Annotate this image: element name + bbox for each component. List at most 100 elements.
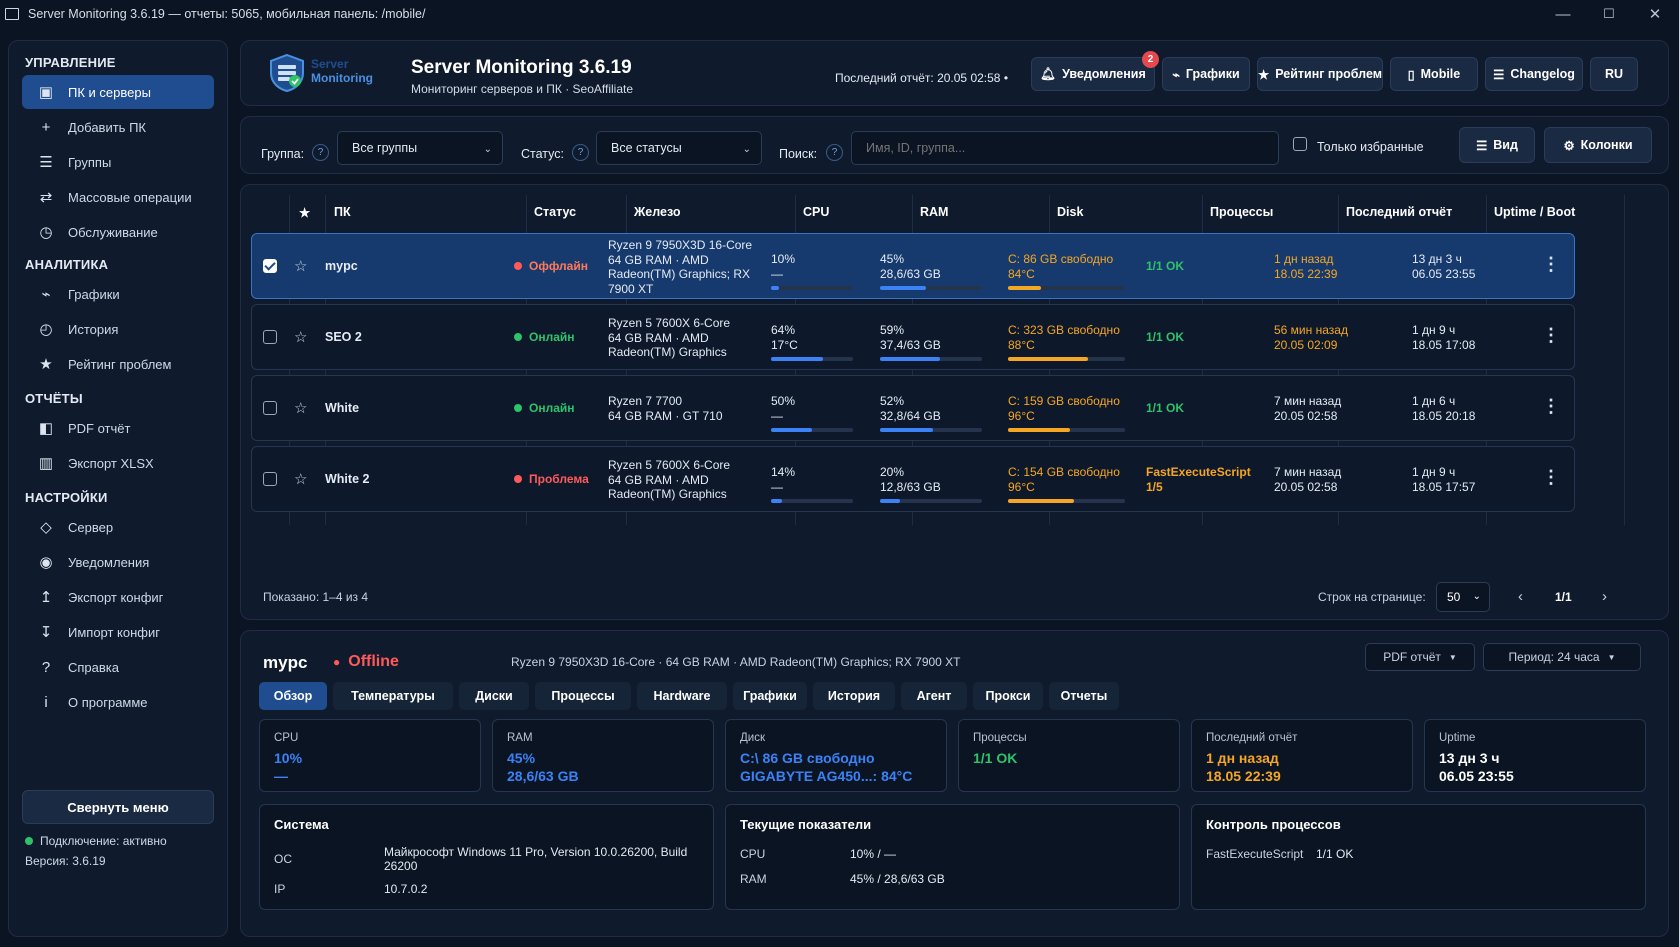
sidebar-item-export-config[interactable]: ↥ Экспорт конфиг bbox=[22, 580, 214, 614]
sidebar-item-pdf[interactable]: ◧ PDF отчёт bbox=[22, 411, 214, 445]
row-hardware: Ryzen 5 7600X 6-Core 64 GB RAM · AMD Radeo… bbox=[608, 458, 731, 501]
connection-status: Подключение: активно bbox=[25, 834, 167, 848]
table-row[interactable]: ☆ White Онлайн Ryzen 7 7700 64 GB RAM · GT 7… bbox=[251, 375, 1575, 441]
close-icon[interactable]: ✕ bbox=[1632, 0, 1678, 28]
status-select[interactable]: Все статусы ⌄ bbox=[596, 131, 762, 165]
row-checkbox[interactable] bbox=[263, 401, 277, 415]
row-checkbox[interactable] bbox=[263, 330, 277, 344]
row-last-report: 7 мин назад 20.05 02:58 bbox=[1274, 394, 1342, 423]
row-checkbox[interactable] bbox=[263, 472, 277, 486]
version-label: Версия: 3.6.19 bbox=[25, 854, 106, 868]
monitor-icon: ▣ bbox=[38, 84, 54, 101]
tab-agent[interactable]: Агент bbox=[901, 682, 967, 710]
charts-button[interactable]: ⌁ Графики bbox=[1162, 57, 1250, 91]
card-cpu: CPU 10% — bbox=[259, 719, 481, 792]
view-button[interactable]: ☰ Вид bbox=[1459, 127, 1535, 163]
row-pc-name[interactable]: SEO 2 bbox=[325, 330, 362, 345]
chevron-down-icon: ⌄ bbox=[1472, 591, 1481, 602]
columns-button[interactable]: ⚙︎ Колонки bbox=[1544, 127, 1652, 163]
col-disk[interactable]: Disk bbox=[1057, 205, 1083, 219]
detail-pc-name: mypc bbox=[263, 653, 308, 672]
rows-per-page-label: Строк на странице: bbox=[1318, 590, 1426, 604]
pdf-report-dropdown[interactable]: PDF отчёт ▼ bbox=[1365, 643, 1475, 671]
info-icon: i bbox=[44, 693, 48, 711]
sidebar-item-charts[interactable]: ⌁ Графики bbox=[22, 277, 214, 311]
col-hardware[interactable]: Железо bbox=[634, 205, 681, 219]
favorites-toggle[interactable]: Только избранные bbox=[1293, 137, 1424, 154]
sidebar-item-rating[interactable]: ★ Рейтинг проблем bbox=[22, 347, 214, 381]
language-button[interactable]: RU bbox=[1590, 57, 1638, 91]
row-pc-name[interactable]: White 2 bbox=[325, 472, 369, 487]
group-select[interactable]: Все группы ⌄ bbox=[337, 131, 503, 165]
tab-reports[interactable]: Отчеты bbox=[1049, 682, 1119, 710]
favorite-star-icon[interactable]: ☆ bbox=[294, 399, 307, 417]
tab-proxy[interactable]: Прокси bbox=[973, 682, 1043, 710]
row-pc-name[interactable]: mypc bbox=[325, 259, 358, 274]
sidebar-item-xlsx[interactable]: ▥ Экспорт XLSX bbox=[22, 446, 214, 480]
rows-per-page-select[interactable]: 50 ⌄ bbox=[1436, 582, 1490, 612]
tab-charts[interactable]: Графики bbox=[733, 682, 807, 710]
period-dropdown[interactable]: Период: 24 часа ▼ bbox=[1483, 643, 1641, 671]
sidebar-item-notifications[interactable]: ◉ Уведомления bbox=[22, 545, 214, 579]
page-subtitle: Мониторинг серверов и ПК · SeoAffiliate bbox=[411, 82, 634, 96]
sidebar-item-help[interactable]: ? Справка bbox=[22, 650, 214, 684]
help-icon[interactable]: ? bbox=[572, 144, 589, 161]
prev-page-button[interactable]: ‹ bbox=[1518, 588, 1523, 605]
upload-icon: ↥ bbox=[39, 589, 53, 606]
help-icon[interactable]: ? bbox=[312, 144, 329, 161]
tab-disks[interactable]: Диски bbox=[459, 682, 529, 710]
table-row[interactable]: ☆ SEO 2 Онлайн Ryzen 5 7600X 6-Core 64 GB RA… bbox=[251, 304, 1575, 370]
mobile-button[interactable]: ▯ Mobile bbox=[1390, 57, 1478, 91]
minimize-icon[interactable]: — bbox=[1540, 0, 1586, 28]
table-row[interactable]: ☆ mypc Оффлайн Ryzen 9 7950X3D 16-Core 64 GB… bbox=[251, 233, 1575, 299]
detail-hardware: Ryzen 9 7950X3D 16-Core · 64 GB RAM · AM… bbox=[511, 655, 961, 669]
sidebar-item-bulk[interactable]: ⇄ Массовые операции bbox=[22, 180, 214, 214]
col-favorite[interactable]: ★ bbox=[299, 205, 310, 220]
collapse-menu-button[interactable]: Свернуть меню bbox=[22, 790, 214, 824]
search-input[interactable] bbox=[851, 131, 1279, 165]
tab-processes[interactable]: Процессы bbox=[535, 682, 631, 710]
sidebar-item-history[interactable]: ◴ История bbox=[22, 312, 214, 346]
row-menu-icon[interactable]: ⋮ bbox=[1542, 467, 1560, 488]
col-pc[interactable]: ПК bbox=[334, 205, 351, 219]
tab-hardware[interactable]: Hardware bbox=[637, 682, 727, 710]
sidebar-item-groups[interactable]: ☰ Группы bbox=[22, 145, 214, 179]
table-row[interactable]: ☆ White 2 Проблема Ryzen 5 7600X 6-Core 64 G… bbox=[251, 446, 1575, 512]
row-menu-icon[interactable]: ⋮ bbox=[1542, 254, 1560, 275]
tab-history[interactable]: История bbox=[813, 682, 895, 710]
col-cpu[interactable]: CPU bbox=[803, 205, 829, 219]
status-dot-icon: ● bbox=[333, 655, 341, 669]
row-hardware: Ryzen 9 7950X3D 16-Core 64 GB RAM · AMD Ra… bbox=[608, 238, 753, 296]
maximize-icon[interactable]: ☐ bbox=[1586, 0, 1632, 28]
col-last-report[interactable]: Последний отчёт bbox=[1346, 205, 1452, 219]
col-uptime[interactable]: Uptime / Boot bbox=[1494, 205, 1575, 219]
sidebar-item-about[interactable]: iО программе bbox=[22, 685, 214, 719]
tab-temperatures[interactable]: Температуры bbox=[333, 682, 453, 710]
sidebar-item-add-pc[interactable]: + Добавить ПК bbox=[22, 110, 214, 144]
changelog-button[interactable]: ☰ Changelog bbox=[1485, 57, 1583, 91]
help-icon[interactable]: ? bbox=[826, 144, 843, 161]
star-icon: ★ bbox=[1258, 67, 1270, 82]
row-menu-icon[interactable]: ⋮ bbox=[1542, 325, 1560, 346]
sidebar-item-server[interactable]: ◇ Сервер bbox=[22, 510, 214, 544]
favorites-checkbox[interactable] bbox=[1293, 137, 1307, 151]
row-pc-name[interactable]: White bbox=[325, 401, 359, 416]
col-ram[interactable]: RAM bbox=[920, 205, 948, 219]
col-status[interactable]: Статус bbox=[534, 205, 576, 219]
row-ram: 20% 12,8/63 GB bbox=[880, 465, 941, 494]
row-checkbox[interactable] bbox=[263, 259, 277, 273]
favorite-star-icon[interactable]: ☆ bbox=[294, 328, 307, 346]
process-control-box: Контроль процессов FastExecuteScript 1/1… bbox=[1191, 804, 1646, 910]
favorite-star-icon[interactable]: ☆ bbox=[294, 470, 307, 488]
sidebar-item-import-config[interactable]: ↧ Импорт конфиг bbox=[22, 615, 214, 649]
sidebar-item-pcs[interactable]: ▣ ПК и серверы bbox=[22, 75, 214, 109]
rating-button[interactable]: ★ Рейтинг проблем bbox=[1257, 57, 1383, 91]
row-menu-icon[interactable]: ⋮ bbox=[1542, 396, 1560, 417]
notifications-button[interactable]: 🔔︎ Уведомления 2 bbox=[1031, 51, 1159, 91]
next-page-button[interactable]: › bbox=[1602, 588, 1607, 605]
row-processes: 1/1 OK bbox=[1146, 401, 1185, 415]
sidebar-item-maintenance[interactable]: ◷ Обслуживание bbox=[22, 215, 214, 249]
favorite-star-icon[interactable]: ☆ bbox=[294, 257, 307, 275]
col-processes[interactable]: Процессы bbox=[1210, 205, 1273, 219]
tab-overview[interactable]: Обзор bbox=[259, 682, 327, 710]
